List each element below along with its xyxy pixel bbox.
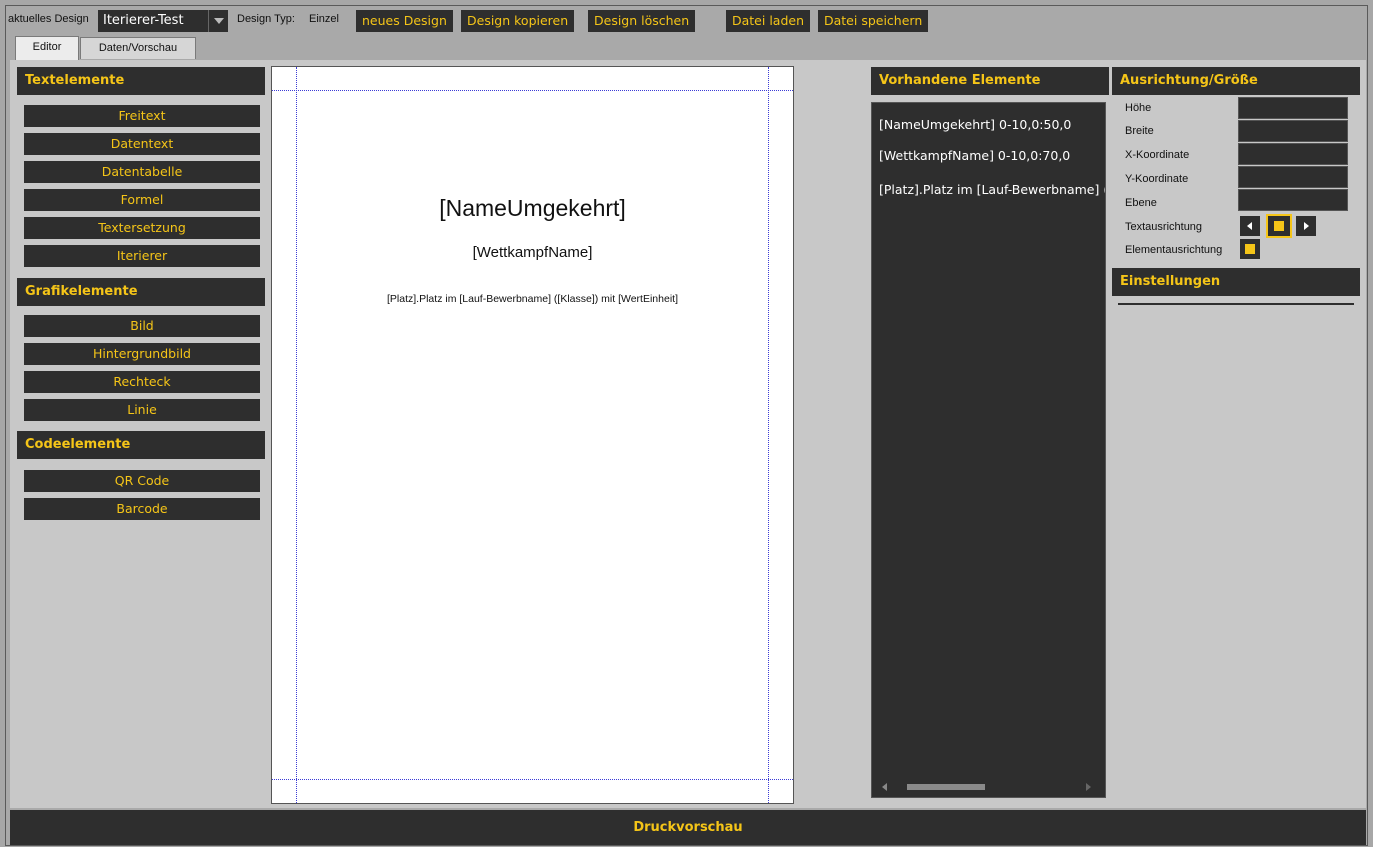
iterierer-button[interactable]: Iterierer [24, 245, 260, 267]
list-item[interactable]: [NameUmgekehrt] 0-10,0:50,0 [879, 117, 1071, 132]
x-coordinate-input[interactable] [1238, 143, 1348, 165]
margin-guide-bottom [272, 779, 793, 780]
datentext-button[interactable]: Datentext [24, 133, 260, 155]
text-align-right-button[interactable] [1296, 216, 1316, 236]
settings-header: Einstellungen [1112, 268, 1360, 296]
graphic-elements-header: Grafikelemente [17, 278, 265, 306]
formel-button[interactable]: Formel [24, 189, 260, 211]
margin-guide-right [768, 67, 769, 803]
arrow-left-icon [1247, 222, 1252, 230]
settings-divider [1118, 303, 1354, 305]
copy-design-button[interactable]: Design kopieren [461, 10, 575, 32]
layer-label: Ebene [1125, 197, 1157, 209]
hintergrundbild-button[interactable]: Hintergrundbild [24, 343, 260, 365]
print-preview-button[interactable]: Druckvorschau [10, 810, 1366, 845]
width-label: Breite [1125, 125, 1154, 137]
element-align-label: Elementausrichtung [1125, 244, 1223, 256]
qr-code-button[interactable]: QR Code [24, 470, 260, 492]
height-label: Höhe [1125, 102, 1152, 114]
text-align-center-button[interactable] [1266, 214, 1292, 238]
elements-list[interactable]: [NameUmgekehrt] 0-10,0:50,0 [WettkampfNa… [871, 102, 1106, 798]
design-canvas[interactable]: [NameUmgekehrt] [WettkampfName] [Platz].… [271, 66, 794, 804]
design-select[interactable]: Iterierer-Test [98, 10, 228, 32]
barcode-button[interactable]: Barcode [24, 498, 260, 520]
design-select-value: Iterierer-Test [103, 13, 184, 28]
design-type-label: Design Typ: [237, 13, 295, 25]
save-file-button[interactable]: Datei speichern [818, 10, 929, 32]
layer-input[interactable] [1238, 189, 1348, 211]
linie-button[interactable]: Linie [24, 399, 260, 421]
y-coordinate-input[interactable] [1238, 166, 1348, 188]
canvas-element-competition[interactable]: [WettkampfName] [272, 244, 793, 261]
y-coordinate-label: Y-Koordinate [1125, 173, 1189, 185]
square-icon [1274, 221, 1284, 231]
design-type-value: Einzel [309, 13, 339, 25]
margin-guide-left [296, 67, 297, 803]
text-align-left-button[interactable] [1240, 216, 1260, 236]
textersetzung-button[interactable]: Textersetzung [24, 217, 260, 239]
canvas-element-placement[interactable]: [Platz].Platz im [Lauf-Bewerbname] ([Kla… [272, 293, 793, 305]
element-align-button[interactable] [1240, 239, 1260, 259]
text-elements-header: Textelemente [17, 67, 265, 95]
tab-editor[interactable]: Editor [15, 36, 79, 60]
tab-data-preview[interactable]: Daten/Vorschau [80, 37, 196, 59]
height-input[interactable] [1238, 97, 1348, 119]
freitext-button[interactable]: Freitext [24, 105, 260, 127]
square-icon [1245, 244, 1255, 254]
list-item[interactable]: [Platz].Platz im [Lauf-Bewerbname] ([Kla… [879, 182, 1105, 197]
list-item[interactable]: [WettkampfName] 0-10,0:70,0 [879, 148, 1070, 163]
margin-guide-top [272, 90, 793, 91]
rechteck-button[interactable]: Rechteck [24, 371, 260, 393]
current-design-label: aktuelles Design [8, 13, 89, 25]
elements-panel-header: Vorhandene Elemente [871, 67, 1109, 95]
scrollbar-thumb[interactable] [907, 784, 985, 790]
arrow-right-icon [1304, 222, 1309, 230]
canvas-element-name[interactable]: [NameUmgekehrt] [272, 195, 793, 222]
horizontal-scrollbar[interactable] [872, 777, 1105, 797]
properties-header: Ausrichtung/Größe [1112, 67, 1360, 95]
code-elements-header: Codeelemente [17, 431, 265, 459]
x-coordinate-label: X-Koordinate [1125, 149, 1190, 161]
delete-design-button[interactable]: Design löschen [588, 10, 696, 32]
new-design-button[interactable]: neues Design [356, 10, 453, 32]
bild-button[interactable]: Bild [24, 315, 260, 337]
scroll-left-icon[interactable] [882, 783, 887, 791]
text-align-label: Textausrichtung [1125, 221, 1203, 233]
scroll-right-icon[interactable] [1086, 783, 1091, 791]
chevron-down-icon[interactable] [208, 10, 228, 32]
load-file-button[interactable]: Datei laden [726, 10, 811, 32]
datentabelle-button[interactable]: Datentabelle [24, 161, 260, 183]
width-input[interactable] [1238, 120, 1348, 142]
